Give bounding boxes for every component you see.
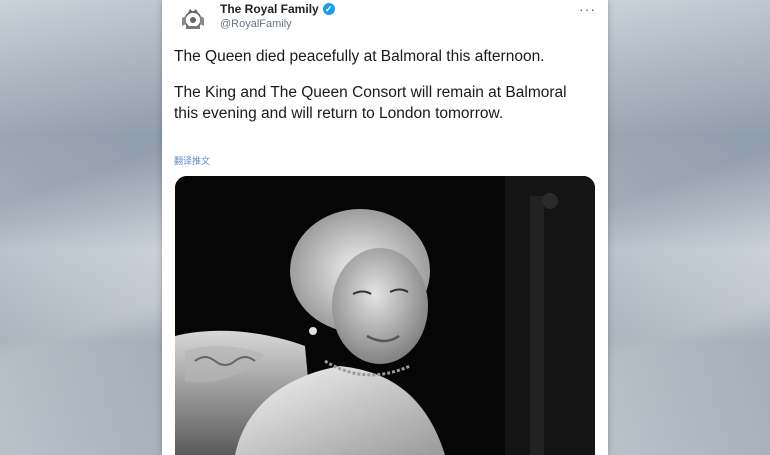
display-name-row[interactable]: The Royal Family ✓ <box>220 2 335 16</box>
tweet-text: The Queen died peacefully at Balmoral th… <box>174 46 594 139</box>
more-options-icon[interactable]: ··· <box>579 1 596 17</box>
verified-badge-icon: ✓ <box>322 3 335 15</box>
translate-tweet-link[interactable]: 翻译推文 <box>174 154 210 167</box>
background-left <box>0 0 162 455</box>
user-handle[interactable]: @RoyalFamily <box>220 18 292 30</box>
background-right <box>608 0 770 455</box>
tweet-paragraph-1: The Queen died peacefully at Balmoral th… <box>174 48 545 65</box>
tweet-photo[interactable] <box>175 176 595 455</box>
portrait-photo <box>175 176 595 455</box>
display-name[interactable]: The Royal Family <box>220 2 319 16</box>
royal-crest-icon[interactable] <box>176 2 210 36</box>
tweet-card[interactable]: The Royal Family ✓ @RoyalFamily ··· The … <box>162 0 608 455</box>
tweet-paragraph-2: The King and The Queen Consort will rema… <box>174 84 567 122</box>
